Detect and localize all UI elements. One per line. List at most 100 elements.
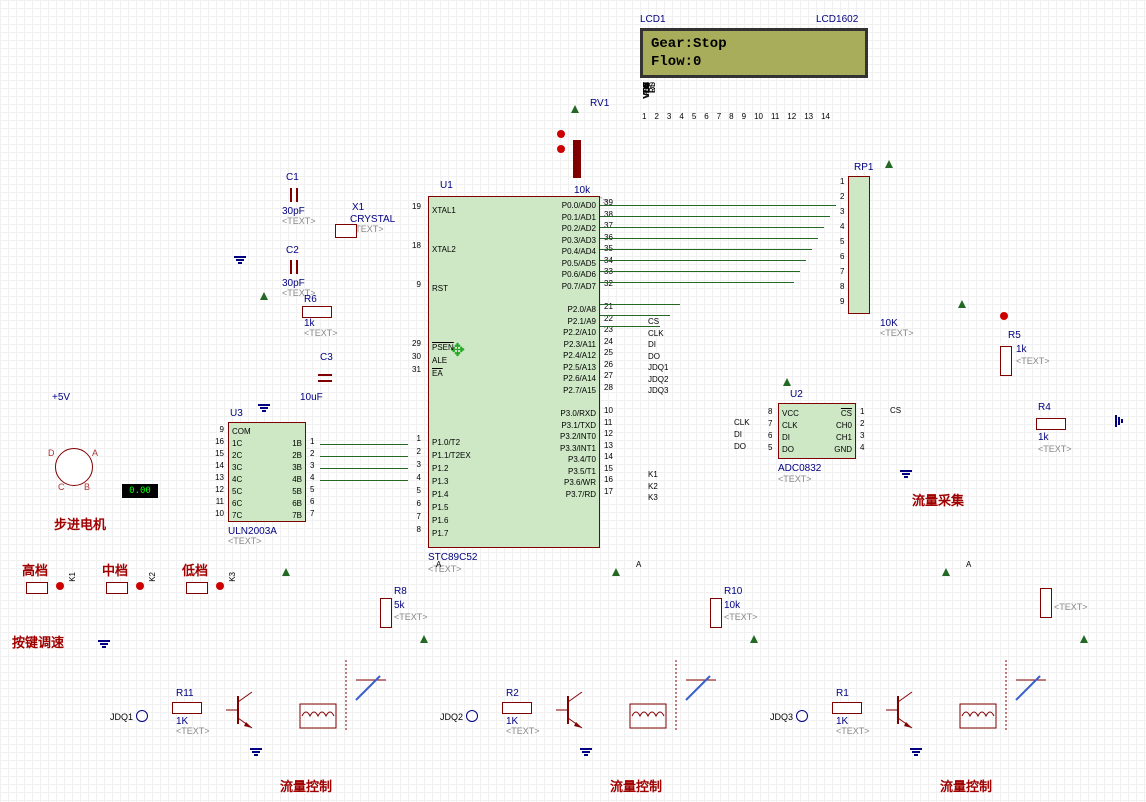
probe-icon xyxy=(136,582,144,590)
terminal-icon xyxy=(136,710,148,722)
lcd-line1: Gear:Stop xyxy=(651,35,857,53)
stepper-label: 步进电机 xyxy=(54,514,106,533)
u3-ref: U3 xyxy=(230,408,243,419)
btn-k2-label: 中档 xyxy=(102,560,128,579)
u2-ref: U2 xyxy=(790,389,803,400)
r2 xyxy=(502,702,532,714)
lcd-part: LCD1602 xyxy=(816,14,858,25)
lcd-pin-nums: 1 2 3 4 5 6 7 8 9 10 11 12 13 14 xyxy=(642,112,830,121)
probe-icon xyxy=(557,145,565,153)
adc-right: CS CH0 CH1 GND xyxy=(828,408,852,456)
mcu-left-pin-nums: 19 18 9 29 30 31 1 2 3 4 5 6 7 8 xyxy=(412,200,421,536)
lcd-display: Gear:Stop Flow:0 xyxy=(640,28,868,78)
r5-ref: R6 xyxy=(304,294,317,305)
p3-nets: K1 K2 K3 xyxy=(648,469,658,504)
relay1-label: 流量控制 xyxy=(280,776,332,795)
button-k2[interactable] xyxy=(106,582,128,594)
power-arrow-icon xyxy=(783,378,791,386)
ground-icon xyxy=(900,470,912,472)
c1-ref: C1 xyxy=(286,172,299,183)
c2 xyxy=(290,260,292,274)
power-arrow-icon xyxy=(612,568,620,576)
transistor-icon xyxy=(226,686,256,734)
rp1-ref: RP1 xyxy=(854,162,873,173)
transistor-icon xyxy=(556,686,586,734)
r1-ref: R1 xyxy=(836,688,849,699)
power-arrow-icon xyxy=(942,568,950,576)
relay-icon xyxy=(626,650,726,740)
relay-icon xyxy=(296,650,396,740)
c1 xyxy=(290,188,292,202)
r6-ref: R8 xyxy=(394,586,407,597)
probe-icon xyxy=(1000,312,1008,320)
r3 xyxy=(1036,418,1066,430)
flow-collect-label: 流量采集 xyxy=(912,490,964,509)
power-arrow-icon xyxy=(282,568,290,576)
btn-k1-label: 高档 xyxy=(22,560,48,579)
r11-ref: R11 xyxy=(176,688,194,699)
terminal-icon xyxy=(796,710,808,722)
relay3-label: 流量控制 xyxy=(940,776,992,795)
power-arrow-icon xyxy=(571,105,579,113)
power-arrow-icon xyxy=(958,300,966,308)
rp1-array xyxy=(848,176,870,314)
stepper-motor xyxy=(55,448,93,486)
jdq3-label: JDQ3 xyxy=(770,712,793,722)
uln-right: 1B 2B 3B 4B 5B 6B 7B xyxy=(288,438,302,522)
mcu-right-pin-names: P0.0/AD0 P0.1/AD1 P0.2/AD2 P0.3/AD3 P0.4… xyxy=(548,200,596,500)
p2-nets: CS CLK DI DO JDQ1 JDQ2 JDQ3 xyxy=(648,316,668,397)
mcu-right-pin-nums: 39 38 37 36 35 34 33 32 21 22 23 24 25 2… xyxy=(604,197,613,497)
lcd-line2: Flow:0 xyxy=(651,53,857,71)
r8 xyxy=(710,598,722,628)
adc-left: VCC CLK DI DO xyxy=(782,408,799,456)
uln-right-nums: 1 2 3 4 5 6 7 xyxy=(310,436,314,520)
probe-icon xyxy=(216,582,224,590)
relay2-label: 流量控制 xyxy=(610,776,662,795)
uln-left-nums: 9 16 15 14 13 12 11 10 xyxy=(212,424,224,520)
r4-ref: R5 xyxy=(1008,330,1021,341)
power-label: +5V xyxy=(52,392,70,403)
btn-k3-label: 低档 xyxy=(182,560,208,579)
rv1-ref: RV1 xyxy=(590,98,609,109)
c3-ref: C3 xyxy=(320,352,333,363)
r11 xyxy=(172,702,202,714)
button-k3[interactable] xyxy=(186,582,208,594)
c2-ref: C2 xyxy=(286,245,299,256)
ground-icon xyxy=(580,748,592,750)
ground-icon xyxy=(258,404,270,406)
rv1-body[interactable] xyxy=(573,140,581,178)
uln-left: COM 1C 2C 3C 4C 5C 6C 7C xyxy=(232,426,251,522)
probe-icon xyxy=(557,130,565,138)
u1-ref: U1 xyxy=(440,180,453,191)
rv1-val: 10k xyxy=(574,185,590,196)
jdq1-label: JDQ1 xyxy=(110,712,133,722)
r3-ref: R4 xyxy=(1038,402,1051,413)
jdq2-label: JDQ2 xyxy=(440,712,463,722)
ground-icon xyxy=(910,748,922,750)
power-arrow-icon xyxy=(420,635,428,643)
r5 xyxy=(302,306,332,318)
ground-icon xyxy=(234,256,246,258)
c3 xyxy=(318,374,332,376)
x1-ref: X1 xyxy=(352,202,364,213)
ground-icon xyxy=(250,748,262,750)
power-arrow-icon xyxy=(885,160,893,168)
motor-readout: 0.00 xyxy=(122,484,158,498)
power-arrow-icon xyxy=(260,292,268,300)
mcu-left-pin-names: XTAL1 XTAL2 RST PSEN ALE EA P1.0/T2 P1.1… xyxy=(432,204,471,540)
r4 xyxy=(1000,346,1012,376)
button-k1[interactable] xyxy=(26,582,48,594)
r1 xyxy=(832,702,862,714)
rp1-pins: 1 2 3 4 5 6 7 8 9 xyxy=(840,174,844,309)
power-arrow-icon xyxy=(750,635,758,643)
button-group-label: 按键调速 xyxy=(12,632,64,651)
ground-icon xyxy=(98,640,110,642)
ground-icon xyxy=(1115,415,1117,427)
power-arrow-icon xyxy=(1080,635,1088,643)
probe-icon xyxy=(56,582,64,590)
relay-icon xyxy=(956,650,1056,740)
r6 xyxy=(380,598,392,628)
terminal-icon xyxy=(466,710,478,722)
r2-ref: R2 xyxy=(506,688,519,699)
r10 xyxy=(1040,588,1052,618)
